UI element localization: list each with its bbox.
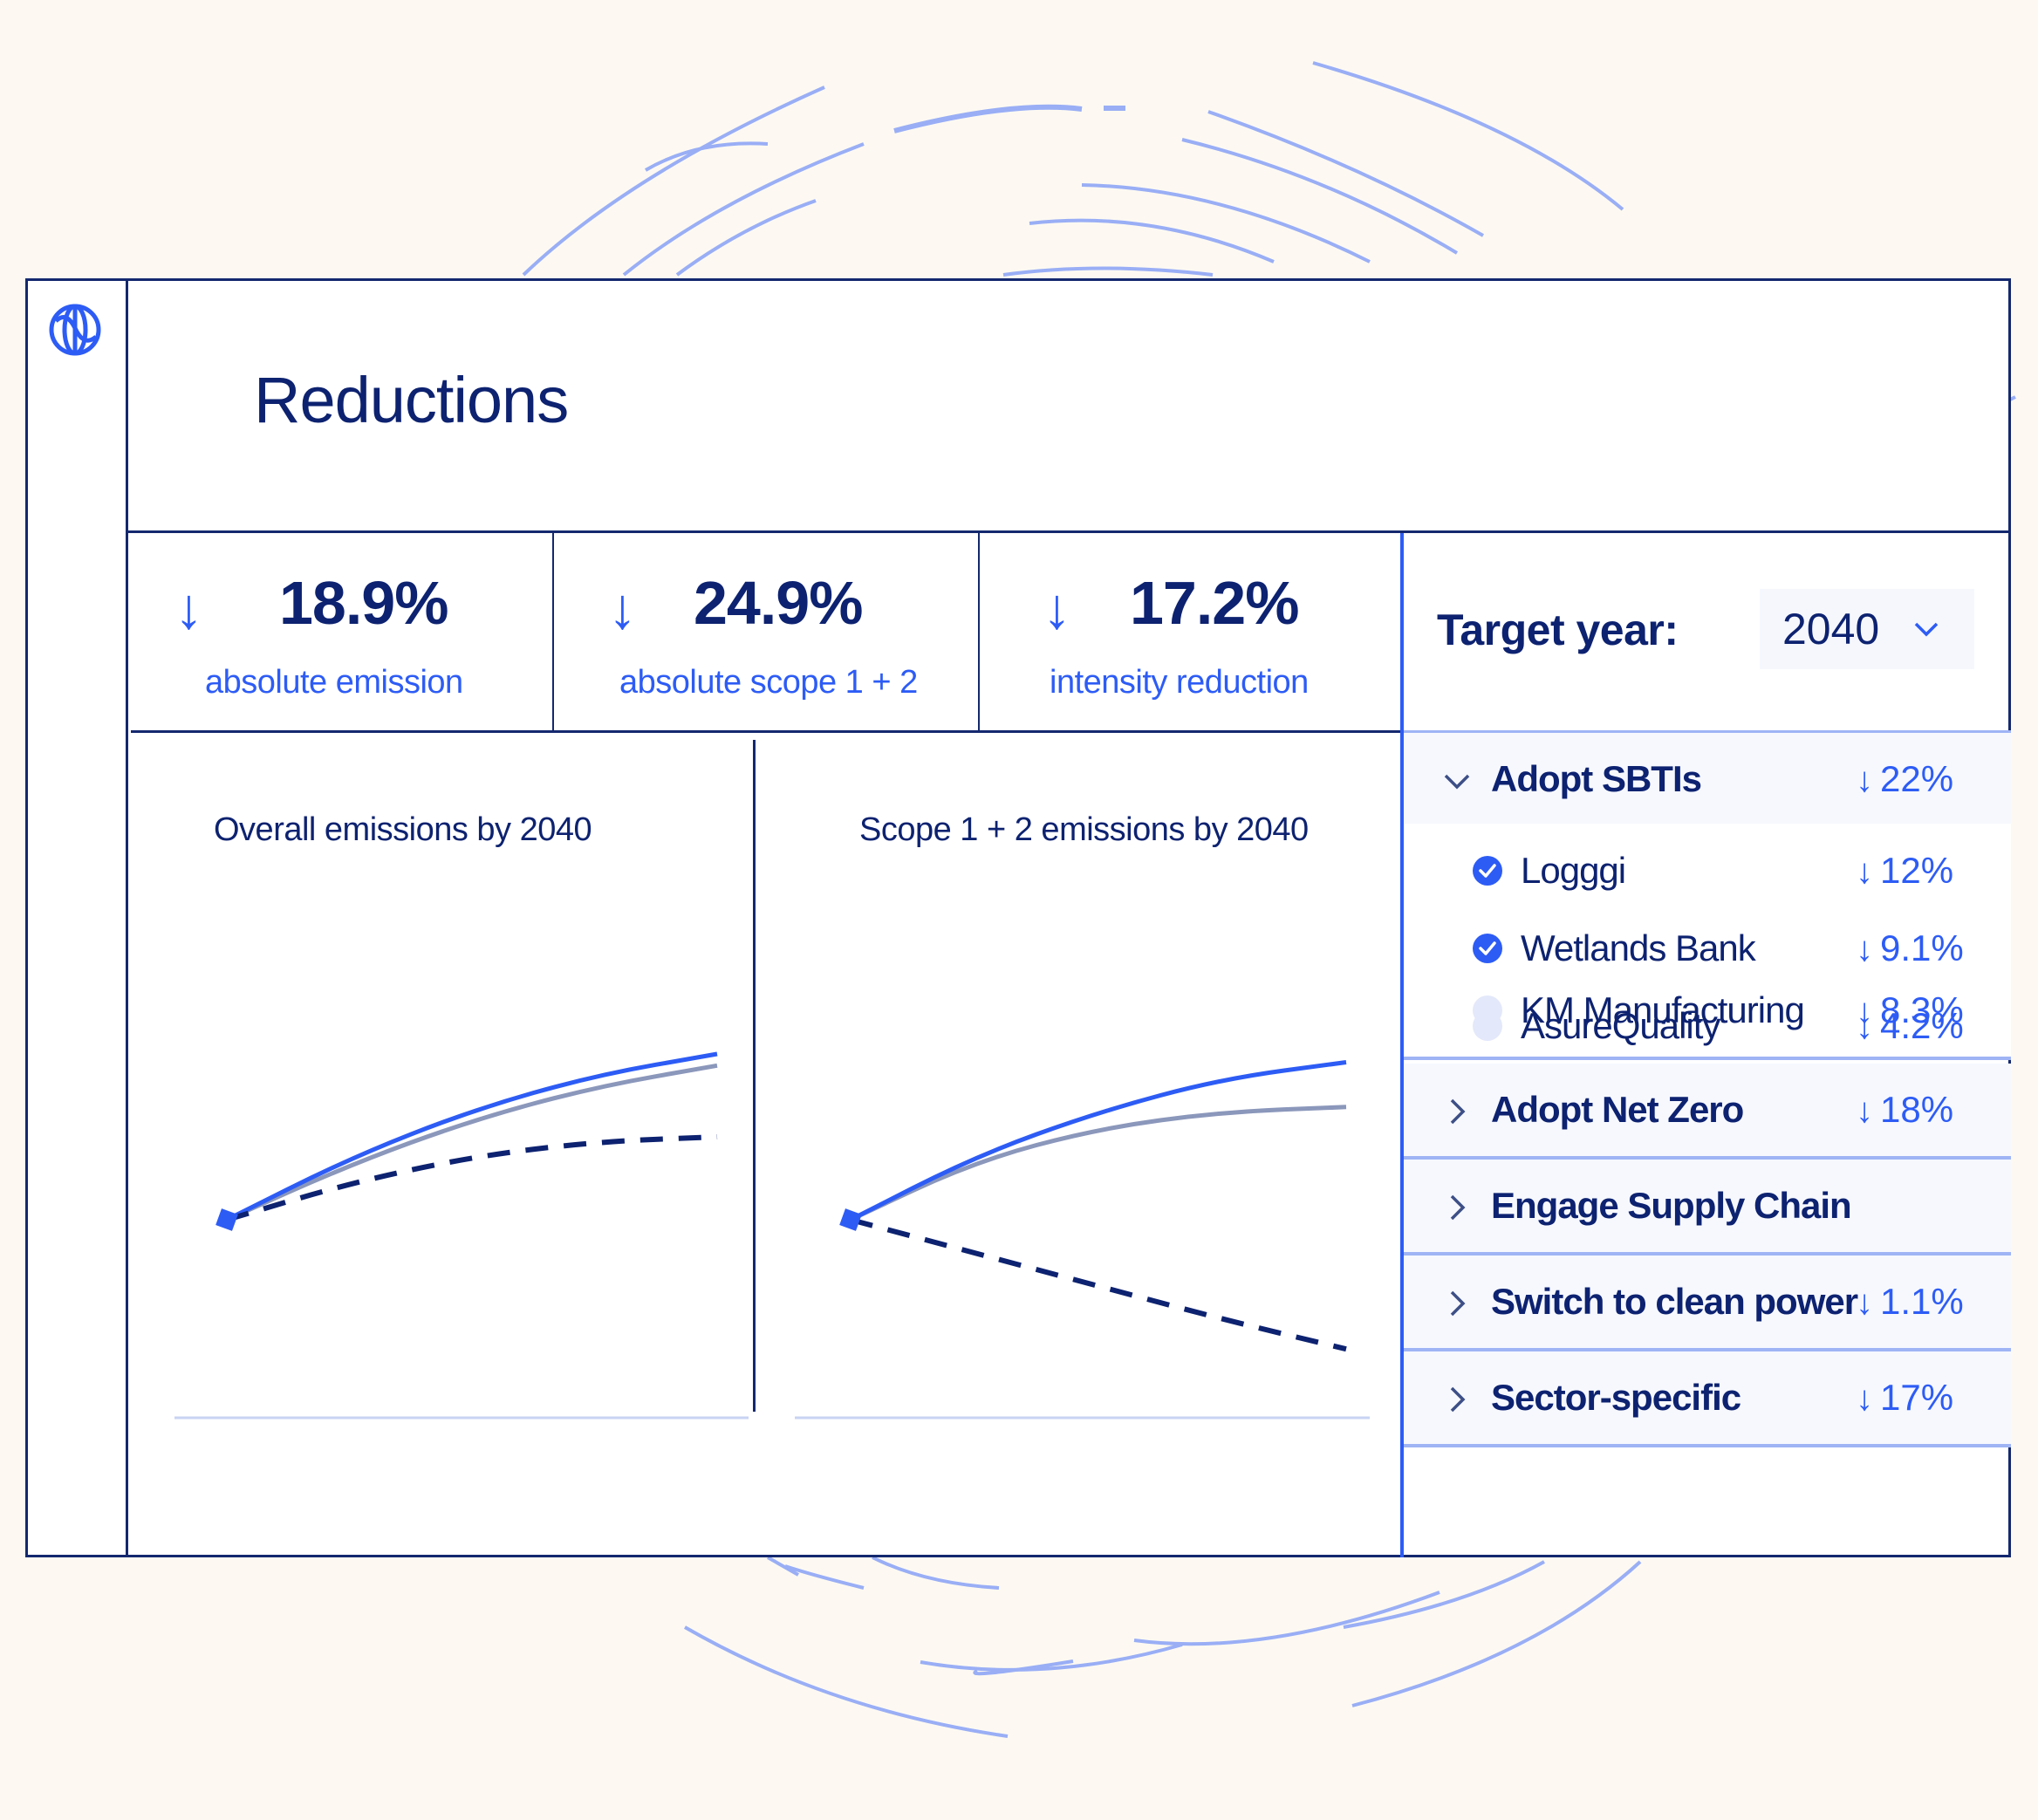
kpi-value: 18.9% [279,569,448,637]
arrow-down-icon: ↓ [174,576,203,640]
bg-arc [684,1625,1009,1738]
series-line-projection-blue [849,1060,1347,1222]
charts-svg [174,1051,1370,1420]
chevron-right-icon [1450,1098,1466,1125]
charts-area: Overall emissions by 2040 Scope 1 + 2 em… [131,733,1400,1557]
bg-arc [1312,61,1624,211]
arrow-down-icon: ↓ [1856,852,1873,891]
page-header: Reductions [128,281,2008,533]
sidebar [28,281,128,1555]
arrow-down-icon: ↓ [1856,1283,1873,1322]
target-year-section: Target year: 2040 [1404,533,2011,733]
series-line-projection-gray [849,1105,1347,1222]
checked-circle-icon[interactable] [1472,855,1503,886]
bg-arc [784,1564,865,1590]
company-pct: ↓ 12% [1856,850,1953,892]
lever-pct-value: 18% [1880,1089,1954,1130]
bg-arc [1002,266,1214,277]
kpi-absolute-scope-1-2: ↓ 24.9% absolute scope 1 + 2 [554,533,980,730]
company-pct-value: 12% [1880,850,1954,891]
kpi-label: absolute emission [205,664,463,701]
bg-arc [893,104,1083,133]
company-pct-value: 8.3% [1880,989,1964,1030]
lever-group-name: Switch to clean power [1491,1281,1858,1322]
lever-group-name: Sector-specific [1491,1377,1741,1418]
chevron-right-icon [1450,1386,1466,1413]
company-item-km-manufacturing[interactable]: KM Manufacturing ↓ 8.3% [1404,984,2011,1037]
lever-group-pct: ↓ 22% [1856,758,1953,800]
target-year-value: 2040 [1782,605,1880,653]
chevron-down-icon [1914,622,1939,637]
arrow-down-icon: ↓ [1856,930,1873,968]
series-line-target-dashed [850,1217,1347,1352]
kpi-intensity-reduction: ↓ 17.2% intensity reduction [980,533,1400,730]
company-name: Wetlands Bank [1521,927,1756,968]
chevron-right-icon [1450,1194,1466,1221]
bg-arc [675,199,817,277]
chevron-down-icon [1444,774,1470,790]
lever-pct-value: 17% [1880,1377,1954,1418]
lever-group-adopt-net-zero[interactable]: Adopt Net Zero ↓ 18% [1404,1064,2011,1160]
kpi-row: ↓ 18.9% absolute emission ↓ 24.9% absolu… [131,533,1400,733]
company-item-wetlands-bank[interactable]: Wetlands Bank ↓ 9.1% [1404,922,2011,975]
arrow-down-icon: ↓ [1856,992,1873,1030]
target-year-select[interactable]: 2040 [1760,589,1974,669]
lever-group-name: Adopt SBTIs [1491,758,1702,799]
kpi-label: absolute scope 1 + 2 [619,664,918,701]
company-name: KM Manufacturing [1521,989,1805,1030]
levers-panel: Target year: 2040 Adopt SBTIs ↓ 22% Logg… [1400,533,2011,1557]
lever-group-name: Engage Supply Chain [1491,1185,1852,1226]
series-line-target-dashed [226,1134,718,1222]
lever-group-pct: ↓ 17% [1856,1377,1953,1419]
start-point-marker [215,1208,238,1231]
target-year-label: Target year: [1437,606,1679,654]
arrow-down-icon: ↓ [1856,1091,1873,1130]
lever-group-pct: ↓ 1.1% [1856,1281,1964,1323]
reductions-card: Reductions ↓ 18.9% absolute emission ↓ 2… [25,278,2011,1557]
arrow-down-icon: ↓ [608,576,637,640]
lever-group-sector-specific[interactable]: Sector-specific ↓ 17% [1404,1351,2011,1447]
bg-arc [1029,218,1275,263]
company-pct-value: 9.1% [1880,927,1964,968]
arrow-down-icon: ↓ [1043,576,1071,640]
bg-arc [644,141,769,172]
page-title: Reductions [254,364,569,436]
lever-group-engage-supply-chain[interactable]: Engage Supply Chain [1404,1160,2011,1256]
bg-arc [1207,110,1484,237]
chevron-right-icon [1450,1290,1466,1317]
company-name: Logggi [1521,850,1626,891]
lever-group-name: Adopt Net Zero [1491,1089,1744,1130]
bg-arc [1343,1560,1545,1629]
kpi-absolute-emission: ↓ 18.9% absolute emission [131,533,554,730]
company-item-logggi[interactable]: Logggi ↓ 12% [1404,845,2011,897]
arrow-down-icon: ↓ [1856,1379,1873,1418]
arrow-down-icon: ↓ [1856,761,1873,799]
lever-pct-value: 22% [1880,758,1954,799]
kpi-value: 17.2% [1130,569,1299,637]
lever-group-adopt-sbtis[interactable]: Adopt SBTIs ↓ 22% [1404,733,2011,829]
bg-arc [872,1556,1000,1590]
unchecked-circle-icon[interactable] [1472,995,1503,1026]
company-pct: ↓ 8.3% [1856,989,1964,1031]
kpi-value: 24.9% [694,569,863,637]
lever-group-pct: ↓ 18% [1856,1089,1953,1131]
checked-circle-icon[interactable] [1472,933,1503,964]
lever-group-switch-to-clean-power[interactable]: Switch to clean power ↓ 1.1% [1404,1256,2011,1351]
globe-icon[interactable] [47,302,103,358]
bg-arc [767,1556,799,1577]
kpi-label: intensity reduction [1050,664,1309,701]
start-point-marker [839,1208,862,1231]
company-pct: ↓ 9.1% [1856,927,1964,969]
lever-pct-value: 1.1% [1880,1281,1964,1322]
